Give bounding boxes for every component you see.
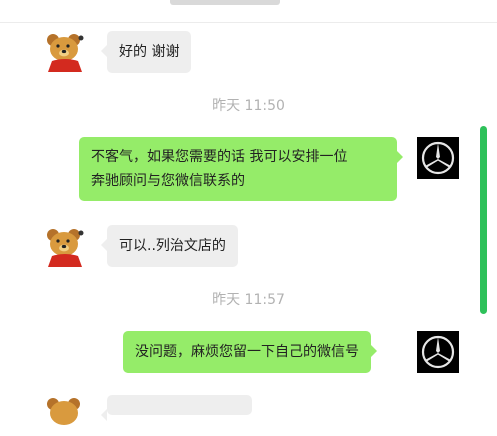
contact-avatar-pooh-icon[interactable] [44, 394, 86, 436]
message-bubble-contact[interactable]: 好的 谢谢 [100, 31, 192, 73]
message-text-line: 奔驰顾问与您微信联系的 [91, 173, 245, 189]
contact-avatar-pooh-icon[interactable] [44, 225, 86, 267]
self-avatar-mercedes-icon[interactable] [417, 331, 459, 373]
message-text-line: 不客气，如果您需要的话 我可以安排一位 [91, 149, 348, 165]
message-bubble-contact-partial[interactable] [101, 395, 252, 421]
message-text: 好的 谢谢 [119, 44, 180, 60]
timestamp: 昨天 11:50 [212, 98, 285, 114]
header-shadow [170, 0, 280, 5]
message-text: 可以..列治文店的 [119, 238, 226, 254]
self-avatar-mercedes-icon[interactable] [417, 137, 459, 179]
timestamp: 昨天 11:57 [212, 292, 285, 308]
contact-avatar-pooh-icon[interactable] [44, 30, 86, 72]
message-bubble-self[interactable]: 不客气，如果您需要的话 我可以安排一位 奔驰顾问与您微信联系的 [79, 137, 403, 201]
chat-scrollbar[interactable] [480, 126, 487, 314]
message-text: 没问题，麻烦您留一下自己的微信号 [135, 344, 359, 360]
chat-header [0, 0, 497, 23]
message-bubble-contact[interactable]: 可以..列治文店的 [101, 225, 238, 267]
message-bubble-self[interactable]: 没问题，麻烦您留一下自己的微信号 [123, 331, 377, 373]
